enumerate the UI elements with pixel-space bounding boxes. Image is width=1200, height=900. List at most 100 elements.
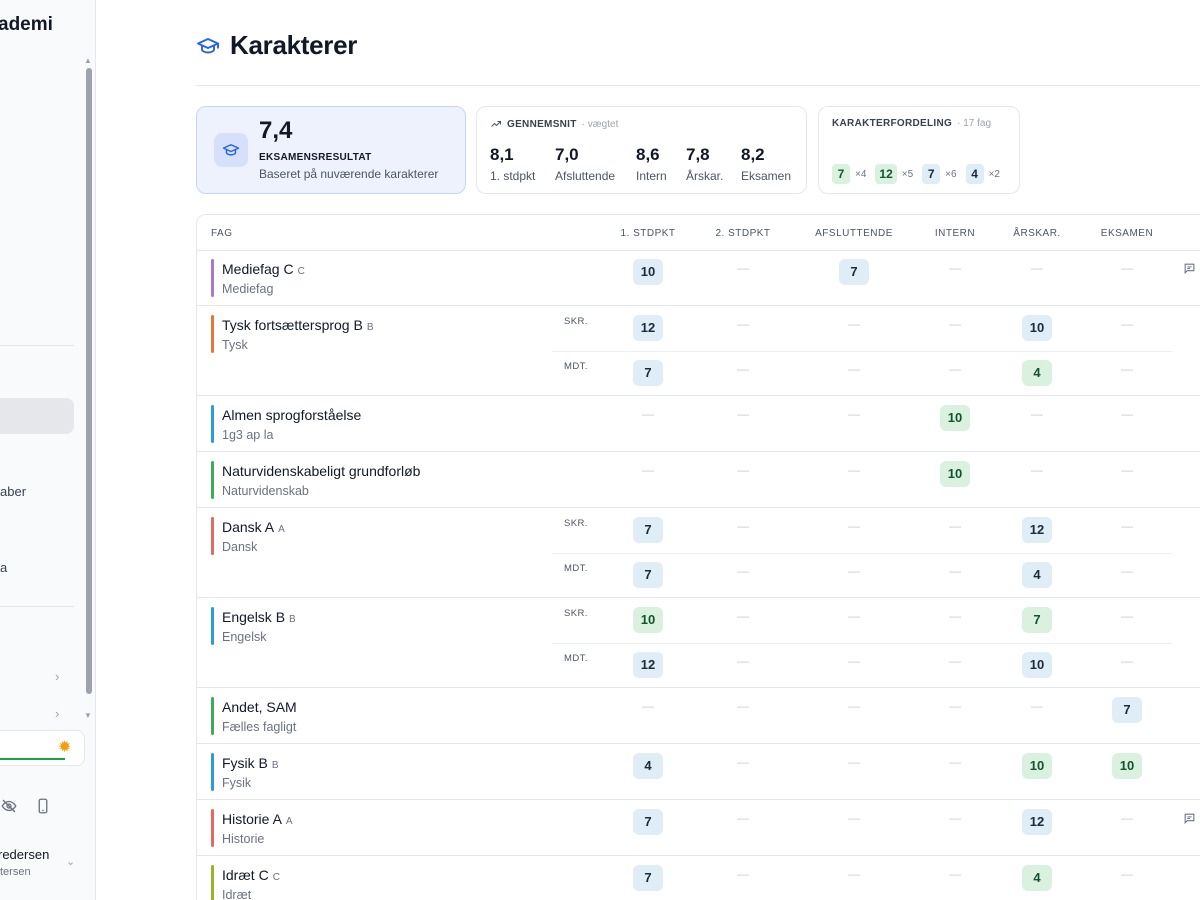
empty-grade-dash: — <box>848 755 860 769</box>
empty-grade-dash: — <box>949 317 961 331</box>
header-divider <box>196 85 1200 86</box>
sidebar-item-active[interactable] <box>0 398 74 434</box>
empty-grade-dash: — <box>1121 261 1133 275</box>
scroll-down-icon[interactable]: ▼ <box>84 711 92 720</box>
distribution-card-header: KARAKTERFORDELING · 17 fag <box>832 118 991 129</box>
grade-badge[interactable]: 7 <box>1022 607 1052 633</box>
exam-result-card: 7,4 EKSAMENSRESULTAT Baseret på nuværend… <box>196 106 466 194</box>
subject-color-bar <box>211 809 214 847</box>
column-header[interactable]: FAG <box>211 228 233 239</box>
grade-cell-empty: — <box>713 562 773 580</box>
sidebar-brand[interactable]: ademi <box>0 14 53 36</box>
chevron-right-icon[interactable]: › <box>55 706 59 721</box>
table-row[interactable]: Naturvidenskabeligt grundforløb Naturvide… <box>197 452 1200 508</box>
grade-badge[interactable]: 12 <box>1022 517 1052 543</box>
grade-badge[interactable]: 10 <box>1112 753 1142 779</box>
subject-name: Engelsk BB <box>222 609 296 625</box>
empty-grade-dash: — <box>1121 867 1133 881</box>
chevron-down-icon[interactable]: ⌄ <box>66 855 75 868</box>
grade-cell-empty: — <box>1097 461 1157 479</box>
grade-cell-empty: — <box>713 517 773 535</box>
column-header[interactable]: 2. STDPKT <box>715 228 770 239</box>
column-header[interactable]: EKSAMEN <box>1101 228 1153 239</box>
subject-subtitle: Engelsk <box>222 630 267 644</box>
table-row[interactable]: Almen sprogforståelse 1g3 ap la — — — 10 — — <box>197 396 1200 452</box>
empty-grade-dash: — <box>949 699 961 713</box>
grade-badge[interactable]: 12 <box>1022 809 1052 835</box>
grade-cell-empty: — <box>1007 461 1067 479</box>
empty-grade-dash: — <box>949 867 961 881</box>
column-header[interactable]: ÅRSKAR. <box>1013 228 1060 239</box>
distribution-count: ×2 <box>988 168 1000 180</box>
grade-badge[interactable]: 7 <box>633 360 663 386</box>
table-row[interactable]: Historie A A Historie 7 — — — 12 — <box>197 800 1200 856</box>
grade-badge[interactable]: 10 <box>940 461 970 487</box>
table-row[interactable]: Tysk fortsættersprog B B Tysk SKR. 12 — — — 10 — M… <box>197 306 1200 396</box>
mobile-icon[interactable] <box>34 797 52 815</box>
grade-badge[interactable]: 10 <box>1022 315 1052 341</box>
empty-grade-dash: — <box>848 867 860 881</box>
grade-badge[interactable]: 10 <box>633 259 663 285</box>
empty-grade-dash: — <box>737 755 749 769</box>
grade-badge[interactable]: 12 <box>633 315 663 341</box>
grade-badge[interactable]: 7 <box>633 865 663 891</box>
table-row[interactable]: Idræt C C Idræt 7 — — — 4 — <box>197 856 1200 900</box>
grade-badge[interactable]: 4 <box>1022 865 1052 891</box>
grade-cell-empty: — <box>1097 517 1157 535</box>
grade-badge[interactable]: 7 <box>633 562 663 588</box>
grade-badge[interactable]: 7 <box>1112 697 1142 723</box>
grade-badge[interactable]: 10 <box>1022 753 1052 779</box>
average-card: GENNEMSNIT · vægtet 8,1 1. stdpkt 7,0 Af… <box>476 106 807 194</box>
subject-color-bar <box>211 865 214 900</box>
grade-cell: 4 <box>1007 360 1067 386</box>
empty-grade-dash: — <box>737 609 749 623</box>
grade-badge[interactable]: 10 <box>1022 652 1052 678</box>
grade-badge[interactable]: 7 <box>633 517 663 543</box>
table-row[interactable]: Mediefag C C Mediefag 10 — 7 — — — <box>197 250 1200 306</box>
grade-cell-empty: — <box>713 865 773 883</box>
subject-name-text: Naturvidenskabeligt grundforløb <box>222 463 421 479</box>
grade-badge[interactable]: 10 <box>940 405 970 431</box>
sidebar-input[interactable] <box>0 730 85 766</box>
grade-cell-empty: — <box>824 360 884 378</box>
scroll-up-icon[interactable]: ▲ <box>84 56 92 65</box>
grade-badge[interactable]: 4 <box>633 753 663 779</box>
grade-badge[interactable]: 7 <box>839 259 869 285</box>
sidebar-scrollbar[interactable] <box>86 68 92 694</box>
grade-badge[interactable]: 7 <box>633 809 663 835</box>
grade-cell-empty: — <box>1097 259 1157 277</box>
grade-cell-empty: — <box>713 315 773 333</box>
subject-name: Naturvidenskabeligt grundforløb <box>222 463 420 479</box>
eye-off-icon[interactable] <box>0 797 18 815</box>
column-header[interactable]: INTERN <box>935 228 975 239</box>
comment-icon[interactable] <box>1183 262 1196 275</box>
table-row[interactable]: Engelsk B B Engelsk SKR. 10 — — — 7 — MDT. 12 — — — 10 — <box>197 598 1200 688</box>
grade-cell-empty: — <box>713 652 773 670</box>
comment-icon[interactable] <box>1183 812 1196 825</box>
table-row[interactable]: Andet, SAM Fælles fagligt — — — — — 7 <box>197 688 1200 744</box>
sun-icon[interactable]: ✹ <box>58 737 71 757</box>
table-row[interactable]: Dansk A A Dansk SKR. 7 — — — 12 — MDT. 7 — — — 4 — <box>197 508 1200 598</box>
subject-color-bar <box>211 461 214 499</box>
distribution-heading: KARAKTERFORDELING <box>832 118 953 129</box>
empty-grade-dash: — <box>737 463 749 477</box>
grade-badge[interactable]: 12 <box>633 652 663 678</box>
sidebar-item-label[interactable]: a <box>0 560 7 575</box>
user-name[interactable]: redersen <box>0 847 49 862</box>
sidebar-item-label[interactable]: aber <box>0 484 26 499</box>
exam-type-label: MDT. <box>564 653 588 664</box>
empty-grade-dash: — <box>1121 407 1133 421</box>
average-card-header: GENNEMSNIT · vægtet <box>490 118 618 130</box>
grade-badge[interactable]: 4 <box>1022 360 1052 386</box>
empty-grade-dash: — <box>1121 811 1133 825</box>
grade-cell-empty: — <box>925 809 985 827</box>
distribution-count: ×4 <box>855 168 867 180</box>
column-header[interactable]: 1. STDPKT <box>620 228 675 239</box>
exam-icon-box <box>214 133 248 167</box>
grade-badge[interactable]: 4 <box>1022 562 1052 588</box>
chevron-right-icon[interactable]: › <box>55 669 59 684</box>
column-header[interactable]: AFSLUTTENDE <box>815 228 893 239</box>
table-row[interactable]: Fysik B B Fysik 4 — — — 10 10 <box>197 744 1200 800</box>
grade-badge[interactable]: 10 <box>633 607 663 633</box>
subject-subtitle: Fysik <box>222 776 252 790</box>
